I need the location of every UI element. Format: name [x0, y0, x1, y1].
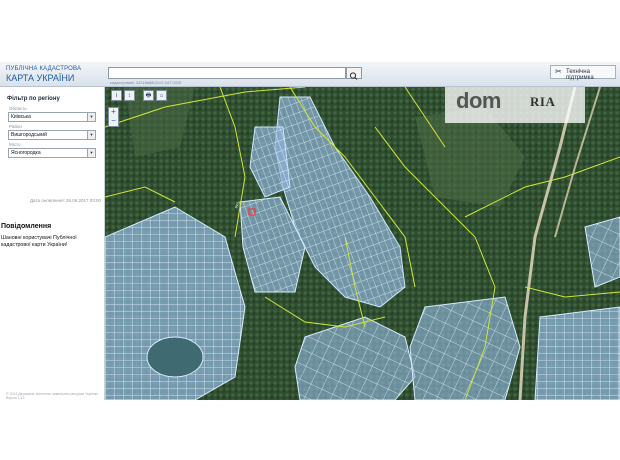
zoom-out-button[interactable]: − [109, 117, 118, 126]
region-select[interactable]: Київська ▼ [8, 112, 96, 122]
parcels-bottom [409, 296, 521, 400]
search-icon [349, 72, 358, 80]
brand-line-2: КАРТА УКРАЇНИ [6, 73, 75, 83]
city-select[interactable]: Ясногородка ▼ [8, 148, 96, 158]
sidebar: Фільтр по регіону Область Київська ▼ Рай… [0, 87, 105, 400]
parcels-right [534, 306, 620, 400]
info-tool-button[interactable]: i [111, 90, 122, 101]
cadastral-map-app: ПУБЛІЧНА КАДАСТРОВА КАРТА УКРАЇНИ кадаст… [0, 62, 620, 400]
updated-date: Дата оновлення: 26.06.2017 03:00 [30, 198, 102, 203]
district-value: Вишгородський [11, 132, 47, 138]
region-label: Область [9, 106, 27, 111]
cadastral-number-hint: кадастровий: 3221888803:01:047:0025 [110, 80, 182, 85]
district-select[interactable]: Вишгородський ▼ [8, 130, 96, 140]
chevron-down-icon[interactable]: ▼ [87, 149, 95, 157]
map-toolbar: i ↕ 🖶 ⌂ [111, 90, 167, 102]
brand-line-1: ПУБЛІЧНА КАДАСТРОВА [6, 66, 82, 72]
brand-logo[interactable]: ПУБЛІЧНА КАДАСТРОВА КАРТА УКРАЇНИ [6, 65, 81, 83]
district-label: Район [9, 124, 22, 129]
measure-tool-button[interactable]: ↕ [124, 90, 135, 101]
ria-logo-text: RIA [530, 94, 556, 109]
print-button[interactable]: 🖶 [143, 90, 154, 101]
filter-title: Фільтр по регіону [7, 96, 60, 102]
region-value: Київська [11, 114, 31, 120]
zoom-control: + − [108, 107, 119, 127]
search-button[interactable] [346, 67, 362, 80]
notifications-title: Повідомлення [1, 223, 52, 230]
copyright-footer: © 2013 Державне агентство земельних ресу… [6, 392, 99, 400]
support-button[interactable]: ✂ Технічна підтримка [550, 65, 616, 81]
tools-icon: ✂ [555, 67, 562, 76]
home-button[interactable]: ⌂ [156, 90, 167, 101]
chevron-down-icon[interactable]: ▼ [87, 113, 95, 121]
search-input[interactable] [108, 67, 346, 79]
dom-ria-watermark: dom RIA [445, 87, 585, 123]
header: ПУБЛІЧНА КАДАСТРОВА КАРТА УКРАЇНИ кадаст… [0, 62, 620, 87]
city-value: Ясногородка [11, 150, 41, 156]
map-view[interactable]: вул. i ↕ 🖶 ⌂ + − dom RIA [105, 87, 620, 400]
notifications-text: Шановні користувачі Публічної кадастрово… [1, 235, 77, 248]
chevron-down-icon[interactable]: ▼ [87, 131, 95, 139]
support-label: Технічна підтримка [566, 69, 594, 81]
satellite-map[interactable] [105, 87, 620, 400]
pond [146, 336, 204, 378]
dom-logo-text: dom [456, 88, 501, 113]
city-label: Місто [9, 142, 21, 147]
